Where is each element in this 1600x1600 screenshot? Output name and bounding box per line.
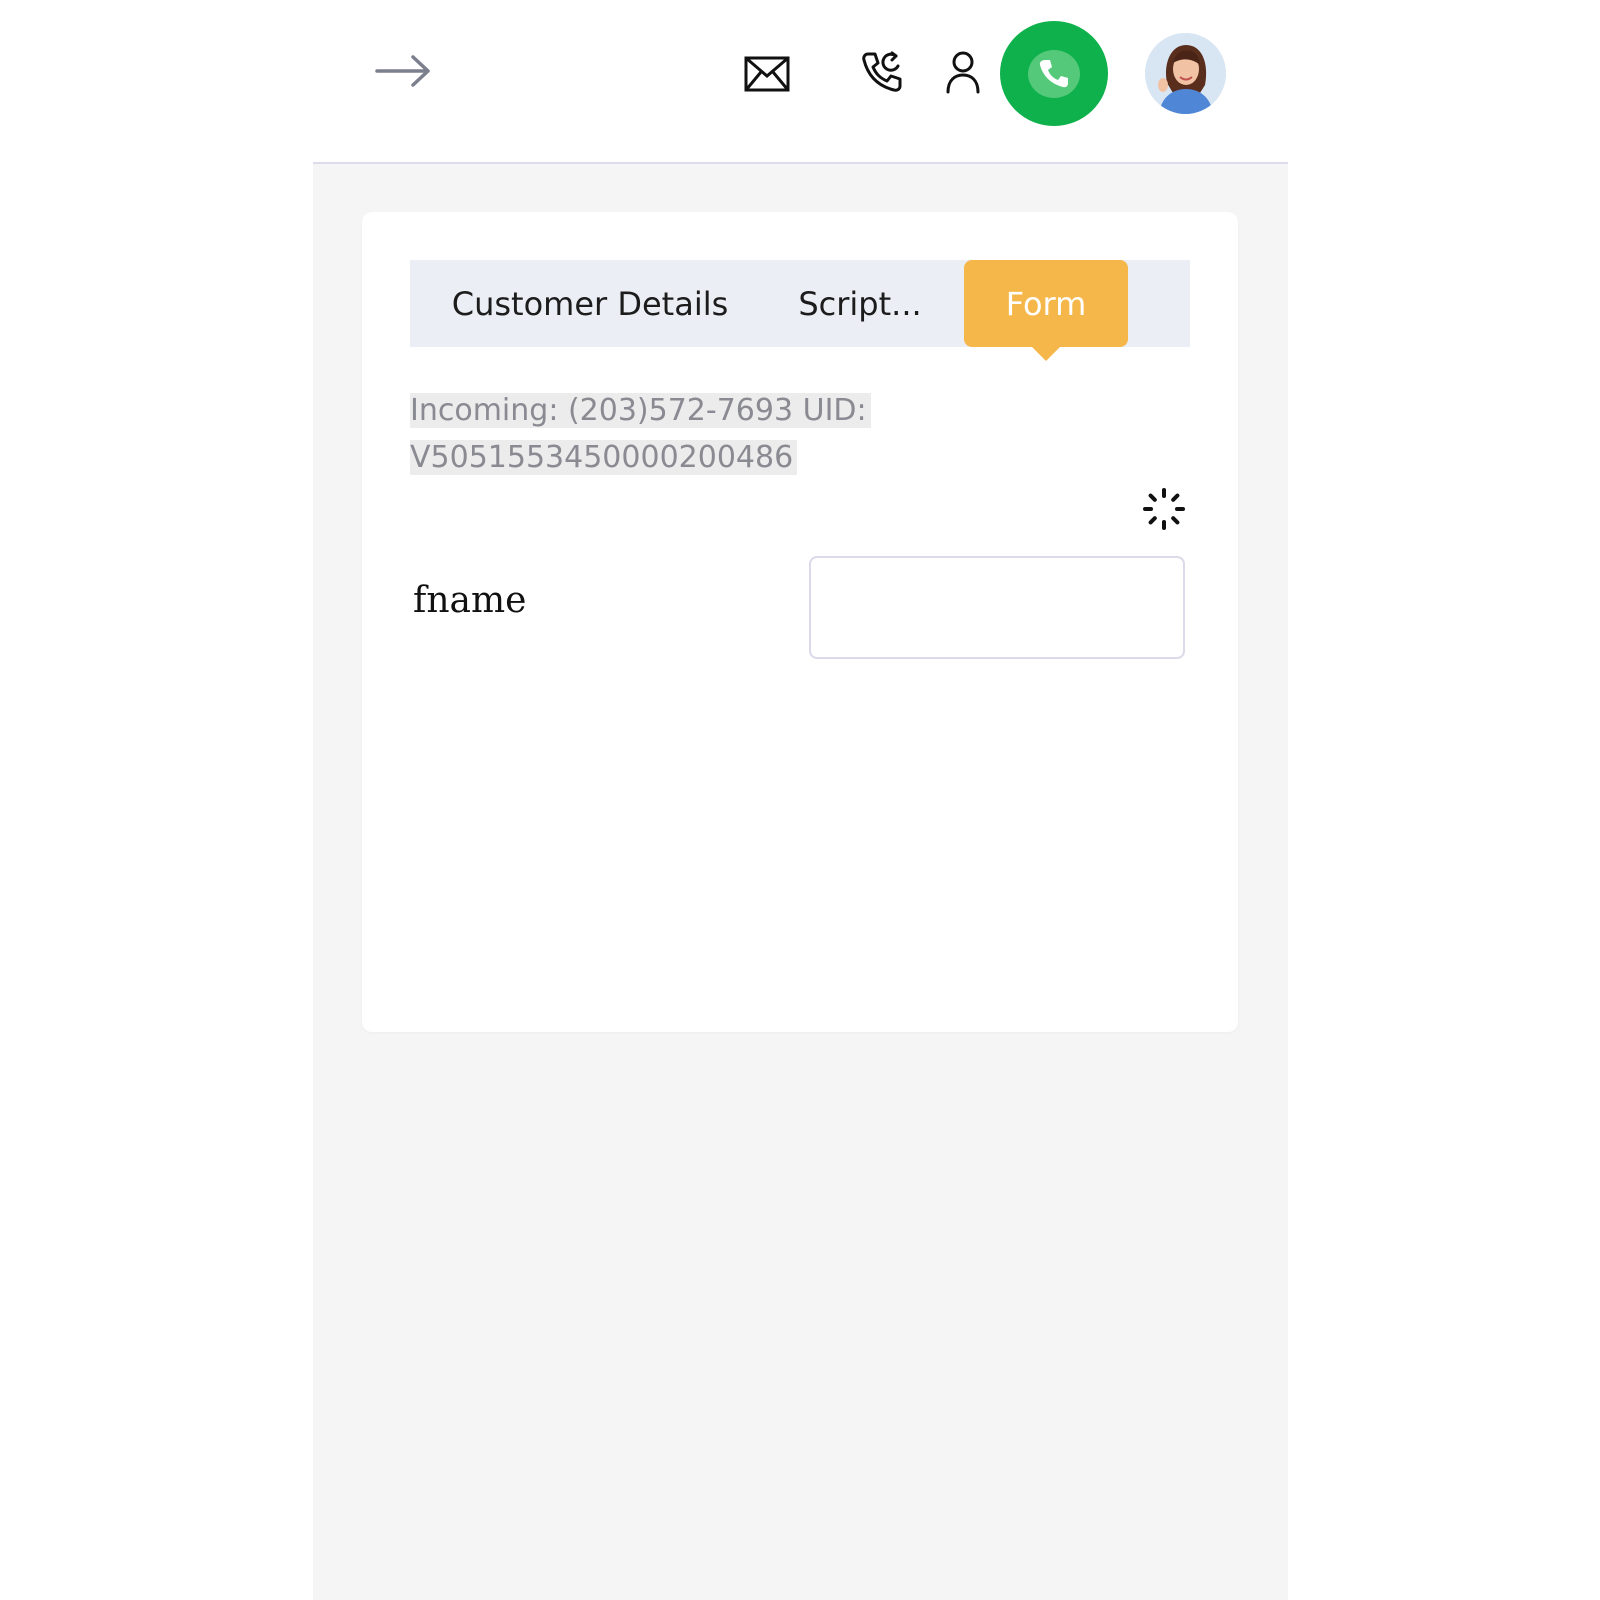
- call-info: Incoming: (203)572-7693 UID: V5051553450…: [410, 387, 900, 481]
- tab-customer-details[interactable]: Customer Details: [430, 260, 750, 347]
- fname-label: fname: [413, 580, 527, 621]
- main-content: Customer Details Script... Form Incoming…: [313, 164, 1288, 1600]
- loading-spinner-icon: [1142, 487, 1186, 531]
- call-info-uid: V5051553450000200486: [410, 440, 798, 475]
- tab-bar: Customer Details Script... Form: [410, 260, 1190, 361]
- arrow-right-icon[interactable]: [373, 46, 433, 96]
- app-frame: Customer Details Script... Form Incoming…: [313, 0, 1288, 1600]
- tab-form[interactable]: Form: [964, 260, 1128, 361]
- fname-input[interactable]: [809, 556, 1185, 659]
- user-icon[interactable]: [943, 48, 983, 96]
- active-tab-caret: [1032, 347, 1060, 361]
- avatar[interactable]: [1145, 33, 1226, 114]
- phone-icon: [1028, 49, 1080, 98]
- phone-callback-icon[interactable]: [858, 48, 906, 96]
- call-panel-card: Customer Details Script... Form Incoming…: [362, 212, 1238, 1032]
- tab-script[interactable]: Script...: [775, 260, 945, 347]
- top-header: [313, 0, 1288, 164]
- tab-label: Script...: [798, 284, 922, 323]
- tab-label: Customer Details: [451, 284, 729, 323]
- call-button[interactable]: [1000, 21, 1108, 126]
- tab-label: Form: [1005, 284, 1087, 323]
- call-info-line1: Incoming: (203)572-7693 UID:: [410, 393, 871, 428]
- mail-icon[interactable]: [743, 50, 791, 98]
